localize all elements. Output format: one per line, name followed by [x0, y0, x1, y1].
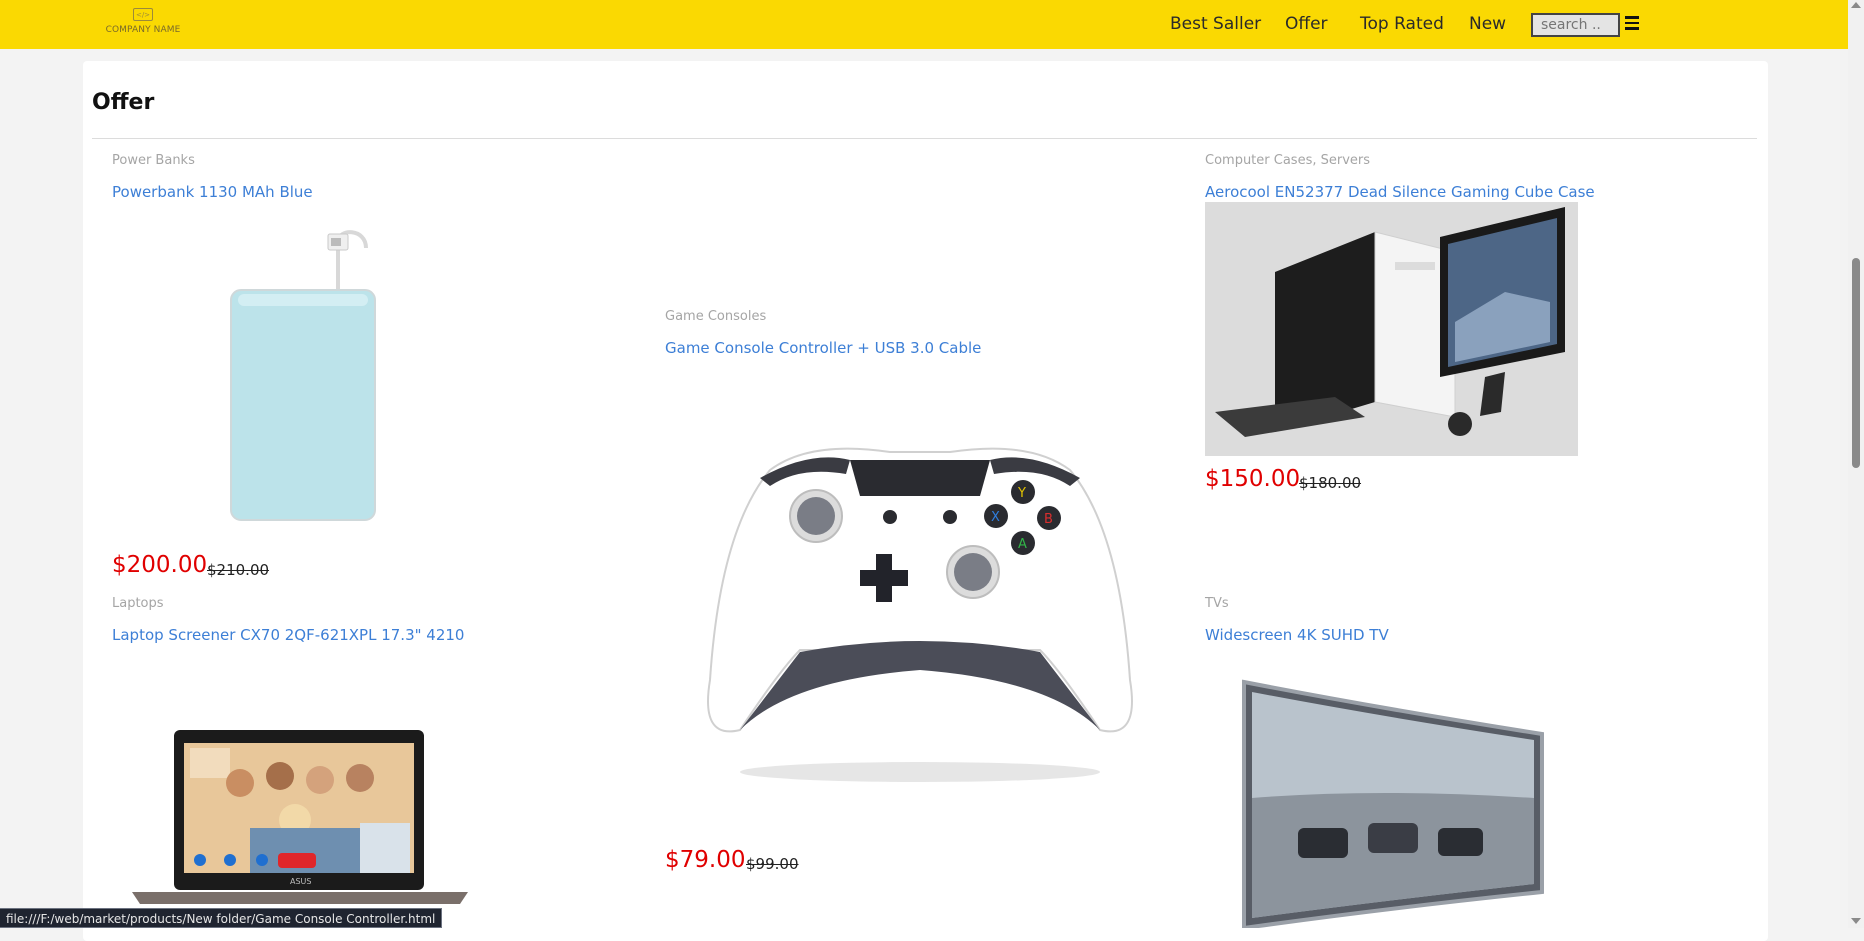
- tv-image[interactable]: [1238, 678, 1548, 928]
- search-input[interactable]: [1531, 13, 1620, 37]
- powerbank-image[interactable]: [220, 220, 390, 530]
- svg-text:X: X: [991, 510, 1000, 525]
- product-old-price: $210.00: [207, 561, 270, 579]
- svg-text:B: B: [1044, 512, 1053, 527]
- product-price: $200.00: [112, 552, 208, 578]
- product-price: $79.00: [665, 847, 746, 873]
- product-category: Laptops: [112, 596, 164, 611]
- product-name-link[interactable]: Laptop Screener CX70 2QF-621XPL 17.3" 42…: [112, 626, 464, 644]
- title-divider: [92, 138, 1757, 139]
- section-title: Offer: [92, 90, 155, 115]
- laptop-image[interactable]: ASUS: [130, 728, 470, 908]
- product-name-link[interactable]: Widescreen 4K SUHD TV: [1205, 626, 1389, 644]
- product-category: Power Banks: [112, 153, 195, 168]
- product-category: Game Consoles: [665, 309, 767, 324]
- company-name: COMPANY NAME: [105, 25, 181, 35]
- product-price: $150.00: [1205, 466, 1301, 492]
- svg-text:Y: Y: [1017, 486, 1026, 501]
- product-old-price: $180.00: [1299, 474, 1362, 492]
- product-category: TVs: [1205, 596, 1229, 611]
- scroll-up-arrow-icon[interactable]: [1851, 2, 1861, 8]
- svg-text:A: A: [1018, 537, 1027, 552]
- scroll-down-arrow-icon[interactable]: [1851, 918, 1861, 924]
- scrollbar-thumb[interactable]: [1852, 258, 1860, 468]
- nav-top-rated[interactable]: Top Rated: [1360, 14, 1444, 34]
- company-logo[interactable]: </> COMPANY NAME: [98, 8, 188, 42]
- product-name-link[interactable]: Aerocool EN52377 Dead Silence Gaming Cub…: [1205, 183, 1595, 201]
- product-name-link[interactable]: Game Console Controller + USB 3.0 Cable: [665, 339, 981, 357]
- nav-best-saller[interactable]: Best Saller: [1170, 14, 1261, 34]
- pc-case-image[interactable]: [1205, 202, 1578, 456]
- top-navigation-bar: </> COMPANY NAME Best Saller Offer Top R…: [0, 0, 1848, 49]
- nav-new[interactable]: New: [1469, 14, 1506, 34]
- hamburger-menu-icon[interactable]: [1625, 16, 1639, 30]
- game-controller-image[interactable]: Y X B A: [700, 430, 1140, 790]
- link-status-bar: file:///F:/web/market/products/New folde…: [0, 908, 443, 928]
- product-category: Computer Cases, Servers: [1205, 153, 1371, 168]
- nav-offer[interactable]: Offer: [1285, 14, 1328, 34]
- product-old-price: $99.00: [746, 855, 799, 873]
- code-icon: </>: [133, 8, 153, 21]
- product-name-link[interactable]: Powerbank 1130 MAh Blue: [112, 183, 313, 201]
- svg-text:ASUS: ASUS: [290, 877, 311, 886]
